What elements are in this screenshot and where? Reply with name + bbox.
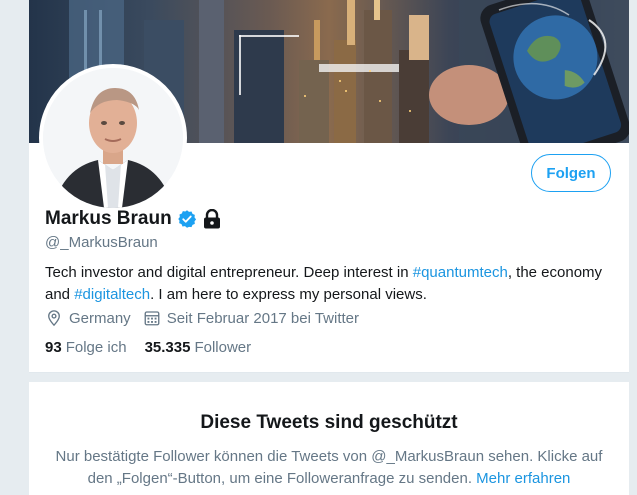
location-text: Germany xyxy=(69,309,131,327)
following-label: Folge ich xyxy=(65,339,127,356)
lock-icon xyxy=(203,209,221,229)
following-count: 93 xyxy=(45,339,62,356)
followers-label: Follower xyxy=(194,339,252,356)
profile-name[interactable]: Markus Braun xyxy=(45,208,172,230)
verified-badge-icon xyxy=(177,209,197,229)
profile-avatar[interactable] xyxy=(39,64,187,212)
learn-more-link[interactable]: Mehr erfahren xyxy=(476,470,570,487)
protected-title: Diese Tweets sind geschützt xyxy=(200,412,458,433)
profile-name-row: Markus Braun xyxy=(45,208,221,230)
profile-bio: Tech investor and digital entrepreneur. … xyxy=(45,262,605,306)
bio-text: Tech investor and digital entrepreneur. … xyxy=(45,264,413,281)
follow-button[interactable]: Folgen xyxy=(531,154,611,192)
following-stat[interactable]: 93 Folge ich xyxy=(45,339,127,356)
protected-notice: Diese Tweets sind geschützt Nur bestätig… xyxy=(29,382,629,495)
avatar-photo xyxy=(43,68,183,208)
followers-count: 35.335 xyxy=(144,339,191,356)
profile-card: Folgen Markus Braun @_MarkusBraun Tech i… xyxy=(28,0,630,495)
profile-stats: 93 Folge ich 35.335 Follower xyxy=(45,339,269,356)
profile-joined: Seit Februar 2017 bei Twitter xyxy=(143,309,359,327)
joined-text: Seit Februar 2017 bei Twitter xyxy=(166,309,360,327)
profile-handle: @_MarkusBraun xyxy=(45,234,158,251)
bio-text: . I am here to express my personal views… xyxy=(150,286,427,303)
calendar-icon xyxy=(144,311,160,326)
profile-location: Germany xyxy=(45,309,131,327)
location-pin-icon xyxy=(48,310,60,327)
hashtag-link-quantumtech[interactable]: #quantumtech xyxy=(413,264,508,281)
hashtag-link-digitaltech[interactable]: #digitaltech xyxy=(74,286,150,303)
profile-meta: Germany Seit Februar 2017 bei Twitter xyxy=(45,309,371,327)
protected-description: Nur bestätigte Follower können die Tweet… xyxy=(49,446,609,490)
followers-stat[interactable]: 35.335 Follower xyxy=(145,339,252,356)
